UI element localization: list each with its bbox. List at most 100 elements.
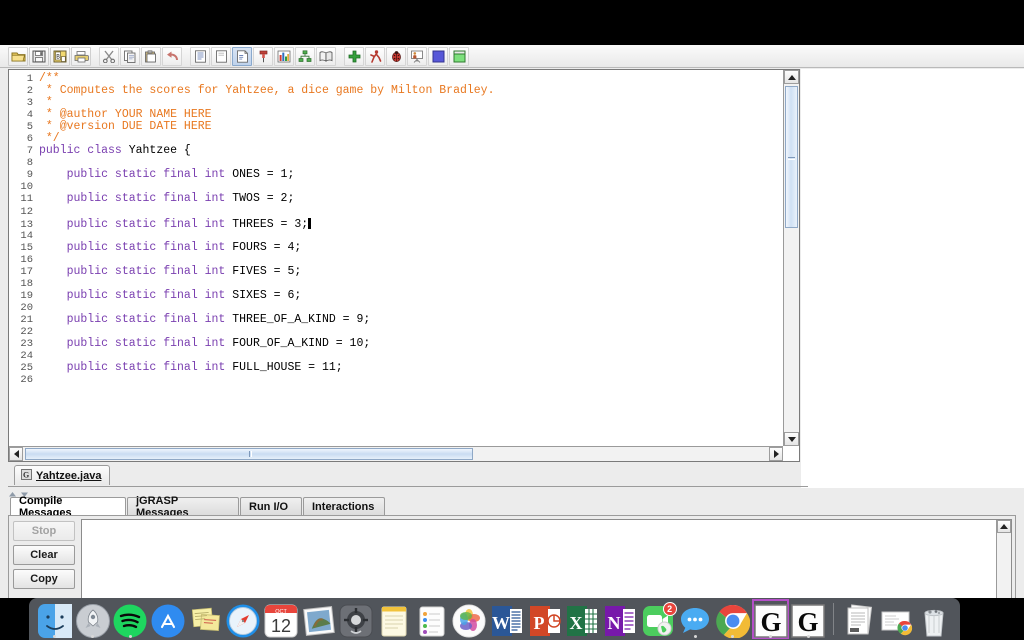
dock-item-calendar[interactable]: OCT 12 — [263, 600, 299, 638]
trash-can-icon — [917, 604, 951, 638]
clear-button[interactable]: Clear — [13, 545, 75, 565]
file-tab-strip: G Yahtzee.java — [8, 465, 808, 487]
dock-item-stickies[interactable] — [188, 600, 224, 638]
line-number: 12 — [20, 205, 33, 218]
save-file-button[interactable] — [29, 46, 49, 66]
uml-hierarchy-button[interactable] — [295, 46, 315, 66]
screen: B 1 /** 2 * Computes the scores for Yaht… — [0, 0, 1024, 640]
svg-text:N: N — [607, 613, 620, 633]
message-tab-jgrasp-messages[interactable]: jGRASP Messages — [127, 495, 239, 519]
code-line: 12 — [9, 206, 783, 218]
open-file-button[interactable] — [8, 46, 28, 66]
dock-item-reminders[interactable] — [414, 600, 450, 638]
print-button[interactable] — [71, 46, 91, 66]
code-line: 21 public static final int THREE_OF_A_KI… — [9, 313, 783, 326]
scroll-right-arrow-icon[interactable] — [769, 447, 783, 461]
editor-vertical-scrollbar[interactable] — [783, 70, 799, 446]
scroll-left-arrow-icon[interactable] — [9, 447, 23, 461]
svg-text:OCT: OCT — [275, 609, 287, 615]
complexity-profile-button[interactable] — [274, 46, 294, 66]
dock-item-word[interactable]: W — [489, 600, 525, 638]
dock-item-downloads-stack[interactable] — [879, 600, 915, 638]
copy-button[interactable]: Copy — [13, 569, 75, 589]
dock-item-trash[interactable] — [916, 600, 952, 638]
dock-item-finder[interactable] — [37, 600, 73, 638]
message-tab-interactions[interactable]: Interactions — [303, 497, 385, 515]
dock-item-spotify[interactable] — [112, 600, 148, 638]
save-all-button[interactable]: B — [50, 46, 70, 66]
code-token: * @author YOUR NAME HERE — [39, 108, 212, 122]
dock-separator — [833, 603, 835, 635]
line-number: 11 — [20, 193, 33, 206]
facetime-camera-icon: 2 — [641, 602, 677, 638]
canvas-blue-button[interactable] — [428, 46, 448, 66]
pushpin-button[interactable] — [253, 46, 273, 66]
finder-icon — [37, 604, 72, 638]
source-code-text[interactable]: 1/** 2 * Computes the scores for Yahtzee,… — [9, 70, 783, 446]
onenote-n-icon: N — [603, 604, 637, 638]
undo-button[interactable] — [162, 46, 182, 66]
generate-csd-button[interactable] — [190, 46, 210, 66]
app-store-icon — [151, 604, 185, 638]
code-editor-pane[interactable]: 1/** 2 * Computes the scores for Yahtzee,… — [8, 69, 800, 462]
dock-item-jgrasp-1[interactable]: G — [751, 599, 790, 639]
message-scroll-up-arrow-icon[interactable] — [997, 520, 1011, 533]
code-token: * — [39, 96, 53, 110]
dock-item-safari[interactable] — [225, 600, 261, 638]
code-token: /** — [39, 72, 60, 85]
editor-horizontal-scrollbar[interactable] — [9, 446, 783, 461]
toggle-csd-button[interactable] — [232, 46, 252, 66]
scroll-up-arrow-icon[interactable] — [784, 70, 799, 84]
message-tab-compile-messages[interactable]: Compile Messages — [10, 495, 126, 519]
line-number: 24 — [20, 350, 33, 363]
calendar-icon: OCT 12 — [264, 604, 298, 638]
message-pane-tabs: Compile Messages jGRASP Messages Run I/O In… — [8, 495, 1016, 519]
code-line: 25 public static final int FULL_HOUSE = … — [9, 362, 783, 375]
documents-stack-icon — [842, 604, 876, 638]
code-token: THREES = 3; — [232, 217, 309, 231]
dock-item-chrome[interactable] — [715, 600, 751, 639]
dock-item-excel[interactable]: X — [564, 600, 600, 638]
chrome-icon — [716, 604, 751, 639]
file-tab-yahtzee-java[interactable]: G Yahtzee.java — [14, 465, 111, 485]
stop-button: Stop — [13, 521, 75, 541]
jgrasp-window: B 1 /** 2 * Computes the scores for Yaht… — [0, 45, 1024, 640]
run-button[interactable] — [365, 46, 385, 66]
cut-button[interactable] — [99, 46, 119, 66]
jgrasp-g-icon: G — [753, 604, 788, 638]
dock-item-system-preferences[interactable] — [338, 600, 374, 638]
dock-item-mail[interactable] — [301, 600, 337, 638]
dock-item-jgrasp-2[interactable]: G — [790, 600, 826, 638]
code-line: 7 public class Yahtzee { — [9, 145, 783, 158]
dock-item-messages[interactable] — [677, 600, 713, 638]
paste-button[interactable] — [141, 46, 161, 66]
copy-button[interactable] — [120, 46, 140, 66]
code-token: public static final int — [39, 217, 233, 231]
line-number: 18 — [20, 277, 33, 290]
dock-item-launchpad[interactable] — [75, 600, 111, 638]
compile-button[interactable] — [344, 46, 364, 66]
code-viewport[interactable]: 1/** 2 * Computes the scores for Yahtzee,… — [9, 70, 783, 446]
code-line: 5 * @version DUE DATE HERE — [9, 121, 783, 134]
jgrasp-g-icon: G — [791, 604, 826, 638]
messages-bubble-icon — [678, 604, 712, 638]
dock-item-documents-stack[interactable] — [841, 600, 877, 638]
message-tab-run-i-o[interactable]: Run I/O — [240, 497, 302, 515]
dock-item-facetime[interactable]: 2 — [640, 600, 677, 638]
debug-button[interactable] — [386, 46, 406, 66]
scroll-down-arrow-icon[interactable] — [784, 432, 799, 446]
vertical-scroll-thumb[interactable] — [785, 86, 798, 228]
remove-csd-button[interactable] — [211, 46, 231, 66]
viewer-green-button[interactable] — [449, 46, 469, 66]
dock-item-notes[interactable] — [376, 600, 412, 638]
message-pane-buttons: Stop Clear Copy — [13, 521, 77, 593]
workbench-presenter-button[interactable] — [407, 46, 427, 66]
dock-item-powerpoint[interactable]: P — [527, 600, 563, 638]
dock-item-photos[interactable] — [451, 600, 487, 638]
code-token: FOUR_OF_A_KIND = 10; — [232, 337, 371, 351]
horizontal-scroll-thumb[interactable] — [25, 448, 473, 460]
dock-item-onenote[interactable]: N — [602, 600, 638, 638]
mail-stamp-icon — [302, 604, 336, 638]
dock-item-app-store[interactable] — [150, 600, 186, 638]
javadoc-book-button[interactable] — [316, 46, 336, 66]
